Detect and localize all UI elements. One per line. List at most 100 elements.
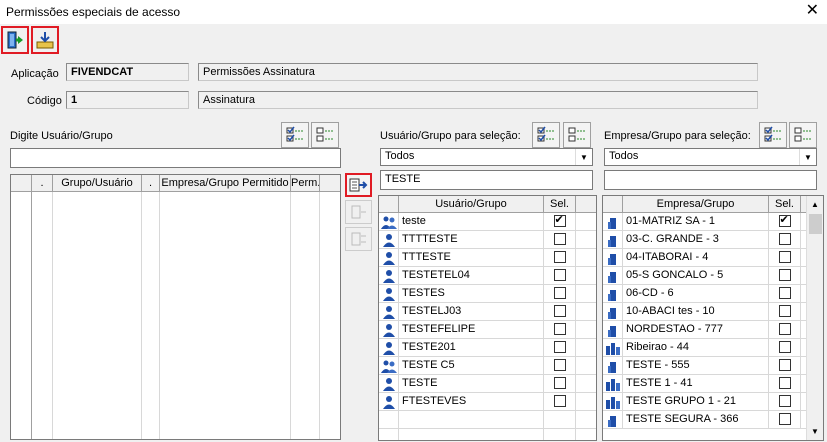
company-search-input[interactable] [604, 170, 817, 190]
remove-all-button[interactable] [345, 227, 372, 251]
left-panel-label: Digite Usuário/Grupo [10, 130, 113, 142]
list-item[interactable]: TTTTESTE [379, 231, 596, 249]
select-checkbox-cell[interactable] [544, 321, 576, 338]
right-check-all-button[interactable] [759, 122, 787, 148]
select-checkbox[interactable] [553, 359, 566, 371]
select-checkbox[interactable] [778, 251, 791, 263]
select-checkbox[interactable] [778, 269, 791, 281]
list-item[interactable]: TTTESTE [379, 249, 596, 267]
right-uncheck-all-button[interactable] [789, 122, 817, 148]
select-checkbox[interactable] [778, 377, 791, 389]
import-button[interactable] [31, 26, 59, 54]
select-checkbox[interactable] [553, 305, 566, 317]
company-scrollbar[interactable]: ▲ ▼ [806, 196, 823, 440]
list-item[interactable]: TESTE SEGURA - 366 [603, 411, 806, 429]
select-checkbox[interactable] [778, 233, 791, 245]
left-uncheck-all-button[interactable] [311, 122, 339, 148]
select-checkbox-cell[interactable] [769, 339, 801, 356]
select-checkbox[interactable] [778, 213, 791, 227]
list-item[interactable]: TESTES [379, 285, 596, 303]
select-checkbox-cell[interactable] [544, 267, 576, 284]
user-search-input[interactable]: TESTE [380, 170, 593, 190]
scroll-thumb[interactable] [809, 214, 822, 234]
select-checkbox-cell[interactable] [769, 303, 801, 320]
list-item[interactable]: Ribeirao - 44 [603, 339, 806, 357]
permissions-grid[interactable]: . Grupo/Usuário . Empresa/Grupo Permitid… [10, 174, 341, 440]
select-checkbox[interactable] [553, 287, 566, 299]
select-checkbox-cell[interactable] [769, 393, 801, 410]
company-filter-select[interactable]: Todos ▼ [604, 148, 817, 166]
select-checkbox[interactable] [553, 377, 566, 389]
select-checkbox[interactable] [553, 233, 566, 245]
close-button[interactable]: ✕ [806, 2, 819, 20]
select-checkbox[interactable] [778, 341, 791, 353]
select-checkbox[interactable] [778, 305, 791, 317]
remove-permission-button[interactable] [345, 200, 372, 224]
select-checkbox-cell[interactable] [769, 231, 801, 248]
list-item[interactable]: TESTETEL04 [379, 267, 596, 285]
select-checkbox-cell[interactable] [769, 267, 801, 284]
list-item[interactable]: TESTE [379, 375, 596, 393]
select-checkbox-cell[interactable] [769, 321, 801, 338]
select-checkbox[interactable] [778, 287, 791, 299]
select-checkbox-cell[interactable] [769, 375, 801, 392]
select-checkbox-cell[interactable] [544, 339, 576, 356]
select-checkbox[interactable] [553, 213, 566, 227]
list-item[interactable]: TESTELJ03 [379, 303, 596, 321]
select-checkbox[interactable] [778, 395, 791, 407]
user-filter-select[interactable]: Todos ▼ [380, 148, 593, 166]
select-checkbox[interactable] [778, 323, 791, 335]
list-item[interactable]: 05-S GONCALO - 5 [603, 267, 806, 285]
left-check-all-button[interactable] [281, 122, 309, 148]
select-checkbox-cell[interactable] [544, 375, 576, 392]
select-checkbox[interactable] [778, 413, 791, 425]
select-checkbox[interactable] [553, 323, 566, 335]
select-checkbox-cell[interactable] [769, 213, 801, 230]
exit-button[interactable] [1, 26, 29, 54]
add-permission-button[interactable] [345, 173, 372, 197]
list-item[interactable]: TESTE 1 - 41 [603, 375, 806, 393]
select-checkbox-cell[interactable] [544, 213, 576, 230]
user-selection-grid[interactable]: Usuário/Grupo Sel. testeTTTTESTETTTESTET… [378, 195, 597, 441]
company-selection-grid[interactable]: Empresa/Grupo Sel. 01-MATRIZ SA - 103-C.… [602, 195, 824, 441]
scroll-up-icon[interactable]: ▲ [807, 196, 823, 213]
select-checkbox-cell[interactable] [544, 249, 576, 266]
list-item[interactable]: FTESTEVES [379, 393, 596, 411]
list-item[interactable]: 03-C. GRANDE - 3 [603, 231, 806, 249]
select-checkbox[interactable] [553, 269, 566, 281]
select-checkbox[interactable] [778, 359, 791, 371]
list-item[interactable]: TESTE C5 [379, 357, 596, 375]
list-item[interactable]: NORDESTAO - 777 [603, 321, 806, 339]
select-checkbox-cell[interactable] [544, 393, 576, 410]
list-item[interactable]: TESTEFELIPE [379, 321, 596, 339]
chevron-down-icon[interactable]: ▼ [799, 149, 816, 165]
select-checkbox-cell[interactable] [544, 357, 576, 374]
select-checkbox[interactable] [553, 341, 566, 353]
list-item[interactable]: 04-ITABORAI - 4 [603, 249, 806, 267]
item-name: 10-ABACI tes - 10 [623, 303, 769, 320]
scroll-down-icon[interactable]: ▼ [807, 423, 823, 440]
list-item[interactable]: teste [379, 213, 596, 231]
select-checkbox[interactable] [553, 251, 566, 263]
select-checkbox[interactable] [553, 395, 566, 407]
list-item[interactable]: 10-ABACI tes - 10 [603, 303, 806, 321]
list-item[interactable]: TESTE201 [379, 339, 596, 357]
select-checkbox-cell[interactable] [544, 231, 576, 248]
empty-row [11, 192, 340, 439]
list-item[interactable]: 06-CD - 6 [603, 285, 806, 303]
middle-check-all-button[interactable] [532, 122, 560, 148]
list-item[interactable]: TESTE GRUPO 1 - 21 [603, 393, 806, 411]
list-item[interactable]: 01-MATRIZ SA - 1 [603, 213, 806, 231]
select-checkbox-cell[interactable] [544, 303, 576, 320]
select-checkbox-cell[interactable] [769, 249, 801, 266]
chevron-down-icon[interactable]: ▼ [575, 149, 592, 165]
select-checkbox-cell[interactable] [769, 285, 801, 302]
middle-uncheck-all-button[interactable] [563, 122, 591, 148]
select-checkbox-cell[interactable] [544, 285, 576, 302]
list-item[interactable]: TESTE - 555 [603, 357, 806, 375]
user-icon [379, 231, 399, 248]
user-group-input[interactable] [10, 148, 341, 168]
select-checkbox-cell[interactable] [769, 357, 801, 374]
user-icon [379, 303, 399, 320]
select-checkbox-cell[interactable] [769, 411, 801, 428]
